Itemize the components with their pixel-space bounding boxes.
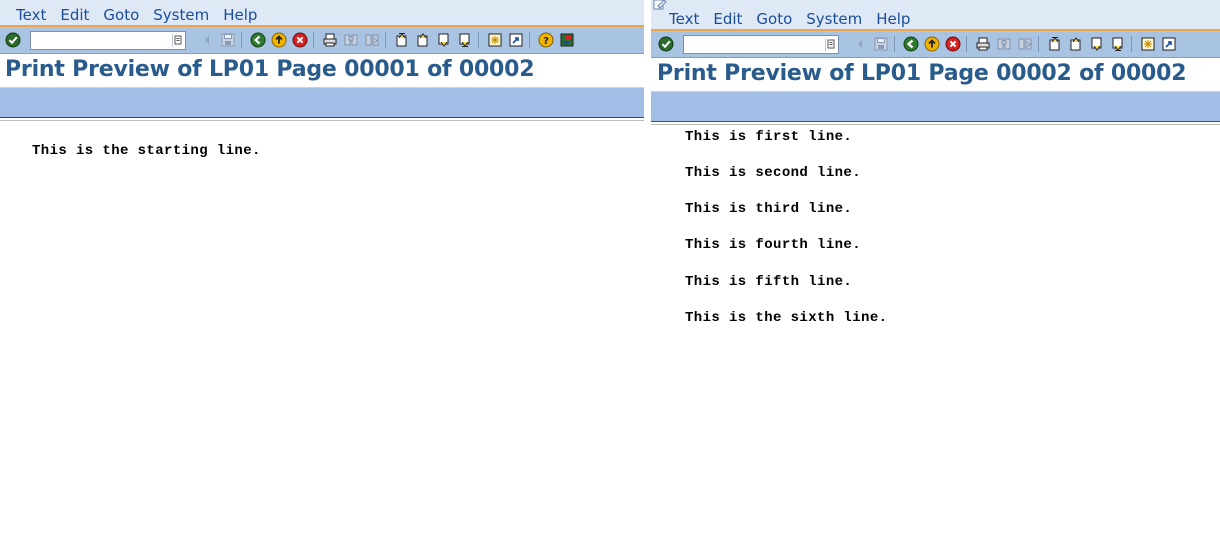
print-preview-window-page-2: Text Edit Goto System Help Print Preview… <box>651 0 1220 545</box>
save-icon[interactable] <box>219 31 237 49</box>
help-icon[interactable]: ? <box>537 31 555 49</box>
command-field-dropdown[interactable] <box>825 37 836 51</box>
menu-edit[interactable]: Edit <box>713 10 742 28</box>
page-title: Print Preview of LP01 Page 00002 of 0000… <box>657 61 1187 86</box>
menu-goto[interactable]: Goto <box>756 10 792 28</box>
history-arrow-icon[interactable] <box>198 31 216 49</box>
application-toolbar <box>0 88 644 117</box>
edit-window-icon[interactable] <box>653 0 667 10</box>
text-line: This is fifth line. <box>685 274 853 290</box>
find-icon[interactable] <box>342 31 360 49</box>
application-toolbar <box>651 92 1220 121</box>
menu-goto[interactable]: Goto <box>103 6 139 24</box>
menu-help[interactable]: Help <box>876 10 910 28</box>
menu-system[interactable]: System <box>153 6 209 24</box>
find-next-icon[interactable] <box>1016 35 1034 53</box>
text-line: This is fourth line. <box>685 237 862 253</box>
toolbar-separator <box>385 32 386 48</box>
previous-page-icon[interactable] <box>1067 35 1085 53</box>
exit-icon[interactable] <box>923 35 941 53</box>
shortcut-icon[interactable] <box>507 31 525 49</box>
toolbar-separator <box>966 36 967 52</box>
next-page-icon[interactable] <box>435 31 453 49</box>
text-line: This is second line. <box>685 165 862 181</box>
title-bar: Print Preview of LP01 Page 00001 of 0000… <box>0 55 644 88</box>
previous-page-icon[interactable] <box>414 31 432 49</box>
menu-system[interactable]: System <box>806 10 862 28</box>
next-page-icon[interactable] <box>1088 35 1106 53</box>
command-field[interactable] <box>683 34 839 54</box>
standard-toolbar <box>651 31 1220 58</box>
history-arrow-icon[interactable] <box>851 35 869 53</box>
text-line: This is the starting line. <box>32 143 261 159</box>
svg-text:?: ? <box>543 36 549 47</box>
command-field-dropdown[interactable] <box>172 33 183 47</box>
menu-bar: Text Edit Goto System Help <box>651 0 1220 31</box>
first-page-icon[interactable] <box>1046 35 1064 53</box>
toolbar-separator <box>529 32 530 48</box>
last-page-icon[interactable] <box>456 31 474 49</box>
layout-menu-icon[interactable] <box>558 31 576 49</box>
print-preview-content: This is first line. This is second line.… <box>651 126 1220 545</box>
new-session-icon[interactable] <box>1139 35 1157 53</box>
toolbar-separator <box>241 32 242 48</box>
first-page-icon[interactable] <box>393 31 411 49</box>
back-icon[interactable] <box>902 35 920 53</box>
last-page-icon[interactable] <box>1109 35 1127 53</box>
menu-bar: Text Edit Goto System Help <box>0 0 644 27</box>
menu-text[interactable]: Text <box>16 6 46 24</box>
menu-text[interactable]: Text <box>669 10 699 28</box>
toolbar-separator <box>894 36 895 52</box>
toolbar-separator <box>313 32 314 48</box>
page-title: Print Preview of LP01 Page 00001 of 0000… <box>5 57 535 82</box>
command-field[interactable] <box>30 30 186 50</box>
standard-toolbar: ? <box>0 27 644 54</box>
back-icon[interactable] <box>249 31 267 49</box>
toolbar-separator <box>478 32 479 48</box>
shortcut-icon[interactable] <box>1160 35 1178 53</box>
toolbar-separator <box>1038 36 1039 52</box>
window-gap <box>644 0 651 545</box>
checkmark-icon[interactable] <box>657 35 675 53</box>
toolbar-separator <box>1131 36 1132 52</box>
exit-icon[interactable] <box>270 31 288 49</box>
cancel-icon[interactable] <box>291 31 309 49</box>
print-icon[interactable] <box>321 31 339 49</box>
save-icon[interactable] <box>872 35 890 53</box>
text-line: This is first line. <box>685 129 853 145</box>
find-icon[interactable] <box>995 35 1013 53</box>
separator-line <box>0 117 644 121</box>
menu-help[interactable]: Help <box>223 6 257 24</box>
checkmark-icon[interactable] <box>4 31 22 49</box>
print-preview-window-page-1: Text Edit Goto System Help ? Print Previ… <box>0 0 644 545</box>
new-session-icon[interactable] <box>486 31 504 49</box>
menu-edit[interactable]: Edit <box>60 6 89 24</box>
find-next-icon[interactable] <box>363 31 381 49</box>
print-icon[interactable] <box>974 35 992 53</box>
text-line: This is third line. <box>685 201 853 217</box>
text-line: This is the sixth line. <box>685 310 888 326</box>
cancel-icon[interactable] <box>944 35 962 53</box>
title-bar: Print Preview of LP01 Page 00002 of 0000… <box>651 59 1220 92</box>
separator-line <box>651 121 1220 125</box>
print-preview-content: This is the starting line. <box>0 122 644 545</box>
